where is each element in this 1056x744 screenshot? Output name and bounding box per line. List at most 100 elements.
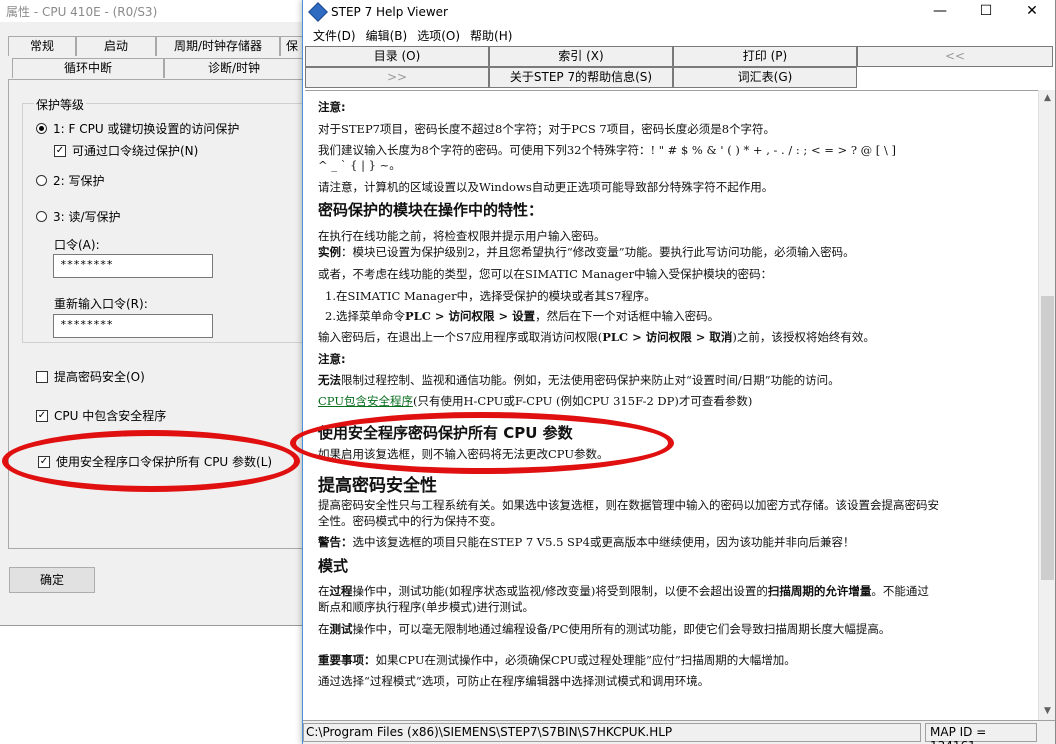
mode-line3-a: 在 [318, 622, 330, 636]
line6-menu-path: PLC > 访问权限 > 取消 [602, 330, 733, 344]
tab-protection[interactable]: 保 [280, 36, 304, 56]
about-help-button[interactable]: 关于STEP 7的帮助信息(S) [489, 67, 673, 88]
menu-bar: 文件(D) 编辑(B) 选项(O) 帮助(H) [303, 25, 1055, 46]
tab-diagnostics-clock[interactable]: 诊断/时钟 [164, 58, 304, 78]
tab-row-2: 循环中断 诊断/时钟 [4, 58, 304, 78]
password-field[interactable]: ******** [53, 254, 213, 278]
help-viewer-window: STEP 7 Help Viewer — ☐ ✕ 文件(D) 编辑(B) 选项(… [302, 0, 1056, 744]
mode-line1-c: 操作中，测试功能(如程序状态或监视/修改变量)将受到限制，以便不会超出设置的 [352, 584, 768, 598]
bypass-checkbox[interactable]: ✓ [54, 144, 66, 157]
warning-text: 选中该复选框的项目只能在STEP 7 V5.5 SP4或更高版本中继续使用，因为… [352, 535, 855, 549]
menu-file[interactable]: 文件(D) [309, 25, 360, 46]
contents-button[interactable]: 目录 (O) [305, 46, 489, 67]
cpu-contains-safety-option[interactable]: ✓ CPU 中包含安全程序 [36, 407, 166, 424]
maximize-icon[interactable]: ☐ [963, 0, 1009, 24]
note2-line2-text: (只有使用H-CPU或F-CPU (例如CPU 315F-2 DP)才可查看参数… [413, 394, 753, 408]
help-content: 注意: 对于STEP7项目，密码长度不超过8个字符；对于PCS 7项目，密码长度… [305, 90, 1038, 720]
mode-line1-e: 。不能通过 [871, 584, 929, 598]
status-file-path: C:\Program Files (x86)\SIEMENS\STEP7\S7B… [303, 723, 921, 742]
important-text: 如果CPU在测试操作中，必须确保CPU或过程处理能”应付”扫描周期的大幅增加。 [375, 653, 796, 667]
note1-line3: ^ _ ` { | } ~。 [318, 158, 401, 172]
cpu-safety-program-link[interactable]: CPU包含安全程序 [318, 394, 413, 408]
mode-line1-b: 过程 [329, 584, 353, 598]
section4-line1: 在过程操作中，测试功能(如程序状态或监视/修改变量)将受到限制，以便不会超出设置… [318, 583, 929, 599]
back-button[interactable]: << [857, 46, 1053, 67]
content-scrollbar[interactable]: ▲ ▼ [1038, 90, 1055, 720]
tab-startup[interactable]: 启动 [76, 36, 156, 56]
menu-edit[interactable]: 编辑(B) [362, 25, 412, 46]
enhance-security-label: 提高密码安全(O) [54, 370, 145, 384]
note2-bold: 无法 [318, 373, 341, 387]
important-label: 重要事项： [318, 653, 376, 667]
level2-radio[interactable] [36, 175, 47, 186]
use-safety-password-option[interactable]: ✓ 使用安全程序口令保护所有 CPU 参数(L) [38, 453, 272, 470]
warning-label: 警告： [318, 535, 353, 549]
nav-button-bar: 目录 (O) 索引 (X) 打印 (P) << >> 关于STEP 7的帮助信息… [305, 46, 1053, 88]
minimize-icon[interactable]: — [917, 0, 963, 24]
ok-button[interactable]: 确定 [9, 567, 95, 593]
repassword-label: 重新输入口令(R): [54, 297, 148, 311]
forward-button[interactable]: >> [305, 67, 489, 88]
line6-prefix: 输入密码后，在退出上一个S7应用程序或取消访问权限( [318, 330, 603, 344]
repassword-field[interactable]: ******** [53, 314, 213, 338]
dialog-title: 属性 - CPU 410E - (R0/S3) [0, 0, 309, 22]
menu-options[interactable]: 选项(O) [413, 25, 464, 46]
note2-text: 限制过程控制、监视和通信功能。例如，无法使用密码保护来防止对“设置时间/日期”功… [341, 373, 840, 387]
section2-heading: 使用安全程序密码保护所有 CPU 参数 [318, 424, 573, 442]
note2-heading: 注意: [318, 352, 346, 366]
properties-dialog: 属性 - CPU 410E - (R0/S3) 常规 启动 周期/时钟存储器 保… [0, 0, 318, 626]
level1-label: 1: F CPU 或键切换设置的访问保护 [53, 122, 240, 136]
level3-label: 3: 读/写保护 [53, 210, 121, 224]
print-button[interactable]: 打印 (P) [673, 46, 857, 67]
cpu-contains-safety-checkbox[interactable]: ✓ [36, 409, 48, 422]
enhance-security-checkbox[interactable] [36, 370, 48, 383]
section1-step1: 1.在SIMATIC Manager中，选择受保护的模块或者其S7程序。 [325, 289, 656, 303]
note1-heading: 注意: [318, 100, 346, 114]
example-label: 实例 [318, 245, 341, 259]
section1-heading: 密码保护的模块在操作中的特性： [318, 201, 544, 219]
help-titlebar: STEP 7 Help Viewer — ☐ ✕ [303, 0, 1055, 24]
scroll-thumb[interactable] [1041, 296, 1054, 580]
bypass-option[interactable]: ✓ 可通过口令绕过保护(N) [54, 142, 198, 159]
mode-line3-c: 操作中，可以毫无限制地通过编程设备/PC使用所有的测试功能，即使它们会导致扫描周… [352, 622, 891, 636]
level3-option[interactable]: 3: 读/写保护 [36, 208, 121, 225]
section1-step2: 2.选择菜单命令PLC > 访问权限 > 设置，然后在下一个对话框中输入密码。 [325, 308, 719, 324]
use-safety-password-checkbox[interactable]: ✓ [38, 455, 50, 468]
section3-heading: 提高密码安全性 [318, 476, 437, 496]
line6-suffix: )之前，该授权将始终有效。 [732, 330, 875, 344]
section4-line2: 断点和顺序执行程序(单步模式)进行测试。 [318, 600, 534, 614]
menu-help[interactable]: 帮助(H) [466, 25, 516, 46]
step2-prefix: 2.选择菜单命令 [325, 309, 405, 323]
tab-cycle-clock[interactable]: 周期/时钟存储器 [156, 36, 280, 56]
note1-line4: 请注意，计算机的区域设置以及Windows自动更正选项可能导致部分特殊字符不起作… [318, 180, 774, 194]
level3-radio[interactable] [36, 211, 47, 222]
index-button[interactable]: 索引 (X) [489, 46, 673, 67]
note2-line1: 无法限制过程控制、监视和通信功能。例如，无法使用密码保护来防止对“设置时间/日期… [318, 372, 840, 388]
example-text: ：模块已设置为保护级别2，并且您希望执行“修改变量”功能。要执行此写访问功能，必… [341, 245, 855, 259]
scroll-up-icon[interactable]: ▲ [1039, 90, 1056, 107]
password-label: 口令(A): [54, 238, 100, 252]
cpu-contains-safety-label: CPU 中包含安全程序 [54, 409, 167, 423]
mode-line3-b: 测试 [329, 622, 353, 636]
tab-cyclic-interrupt[interactable]: 循环中断 [12, 58, 164, 78]
step2-suffix: ，然后在下一个对话框中输入密码。 [535, 309, 720, 323]
step7-app-icon [308, 2, 328, 22]
section1-example: 实例：模块已设置为保护级别2，并且您希望执行“修改变量”功能。要执行此写访问功能… [318, 244, 855, 260]
level1-radio[interactable] [36, 123, 47, 134]
glossary-button[interactable]: 词汇表(G) [673, 67, 857, 88]
mode-line1-d: 扫描周期的允许增量 [767, 584, 872, 598]
note1-line2: 我们建议输入长度为8个字符的密码。可使用下列32个特殊字符：! " # $ % … [318, 143, 896, 157]
section1-line3: 或者，不考虑在线功能的类型，您可以在SIMATIC Manager中输入受保护模… [318, 267, 773, 281]
mode-line1-a: 在 [318, 584, 330, 598]
tab-general[interactable]: 常规 [8, 36, 76, 56]
level2-option[interactable]: 2: 写保护 [36, 172, 105, 189]
close-icon[interactable]: ✕ [1009, 0, 1055, 24]
step2-menu-path: PLC > 访问权限 > 设置 [404, 309, 536, 323]
enhance-security-option[interactable]: 提高密码安全(O) [36, 368, 145, 385]
scroll-down-icon[interactable]: ▼ [1039, 703, 1056, 720]
use-safety-password-label: 使用安全程序口令保护所有 CPU 参数(L) [56, 455, 273, 469]
section2-line1: 如果启用该复选框，则不输入密码将无法更改CPU参数。 [318, 447, 609, 461]
section4-heading: 模式 [318, 557, 349, 575]
level1-option[interactable]: 1: F CPU 或键切换设置的访问保护 [36, 120, 239, 137]
level2-label: 2: 写保护 [53, 174, 105, 188]
